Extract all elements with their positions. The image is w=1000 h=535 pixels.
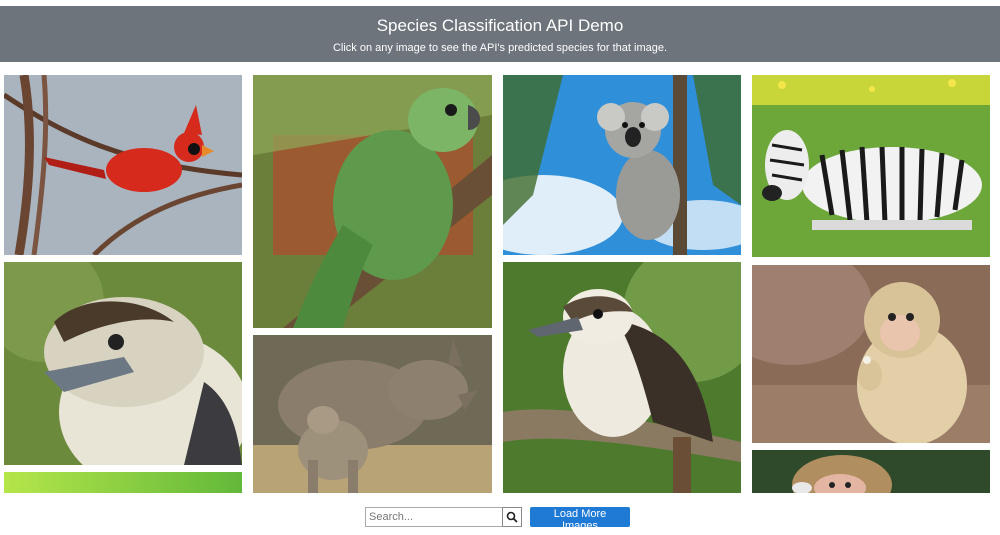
gallery-image-foliage[interactable] (4, 472, 242, 493)
gallery-image-parrot[interactable] (253, 75, 492, 328)
search-icon (506, 511, 518, 523)
page-header: Species Classification API Demo Click on… (0, 6, 1000, 62)
gallery-image-rhinoceros[interactable] (253, 335, 492, 493)
page-subtitle: Click on any image to see the API's pred… (332, 42, 668, 54)
load-more-button[interactable]: Load More Images (530, 507, 630, 532)
image-gallery (0, 75, 1000, 493)
gallery-image-kookaburra-branch[interactable] (503, 262, 741, 493)
gallery-image-baboon[interactable] (752, 265, 990, 443)
gallery-image-macaque[interactable] (752, 450, 990, 493)
gallery-image-cardinal[interactable] (4, 75, 242, 255)
search-button[interactable] (502, 507, 522, 527)
control-bar: Load More Images (0, 493, 1000, 535)
gallery-image-kookaburra[interactable] (4, 262, 242, 465)
page-title: Species Classification API Demo (376, 16, 624, 35)
search-input[interactable] (365, 507, 503, 527)
gallery-image-koala[interactable] (503, 75, 741, 255)
gallery-image-zebra[interactable] (752, 75, 990, 257)
